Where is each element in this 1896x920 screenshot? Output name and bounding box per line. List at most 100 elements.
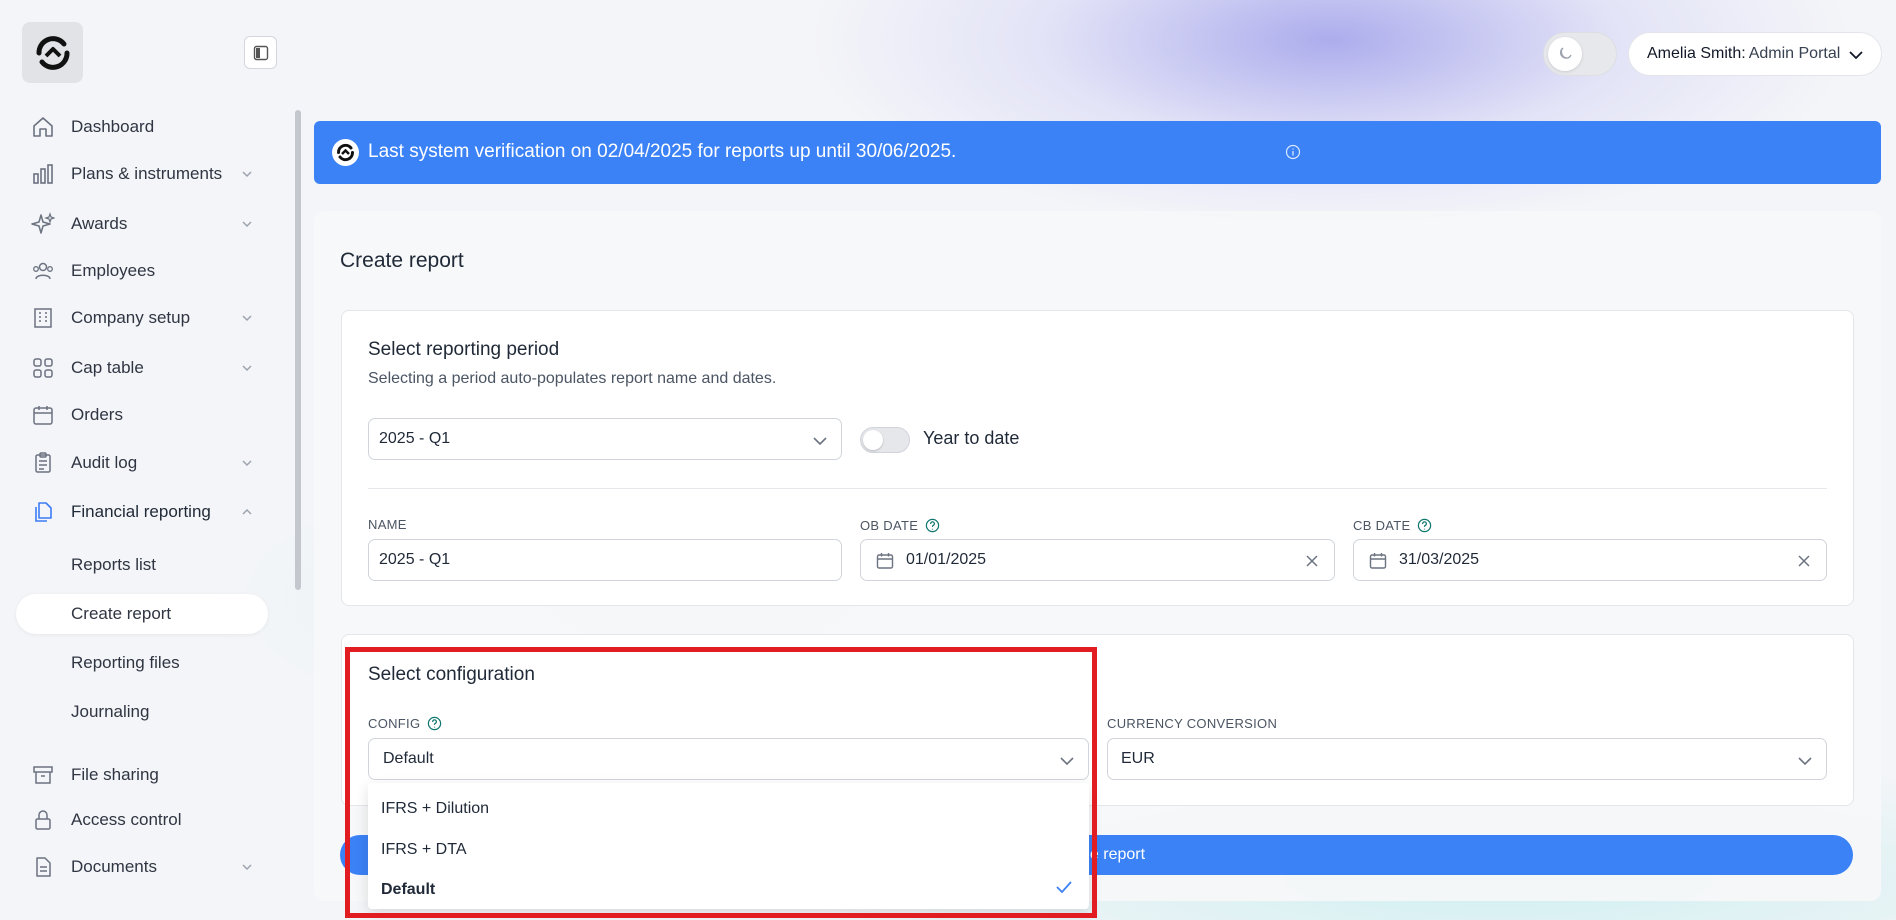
sidebar-subitem-journaling[interactable]: Journaling bbox=[16, 692, 268, 732]
sparkles-icon bbox=[30, 211, 56, 237]
configuration-title: Select configuration bbox=[368, 664, 535, 685]
user-menu[interactable]: Amelia Smith: Admin Portal bbox=[1628, 32, 1882, 76]
report-name-input[interactable]: 2025 - Q1 bbox=[368, 539, 842, 581]
sidebar-item-label: Reports list bbox=[71, 555, 157, 574]
logo-icon bbox=[35, 35, 70, 70]
sidebar-item-label: File sharing bbox=[71, 765, 159, 784]
sidebar-item-label: Cap table bbox=[71, 358, 144, 377]
reporting-period-title: Select reporting period bbox=[368, 339, 560, 360]
lock-icon bbox=[30, 807, 56, 833]
name-label: NAME bbox=[368, 517, 407, 532]
sidebar-item-label: Documents bbox=[71, 857, 157, 876]
ob-date-label-text: OB DATE bbox=[860, 518, 919, 533]
cb-date-input[interactable]: 31/03/2025 bbox=[1353, 539, 1827, 581]
portal-name: Admin Portal bbox=[1748, 45, 1841, 62]
document-icon bbox=[30, 854, 56, 880]
sidebar-item-label: Orders bbox=[71, 405, 123, 424]
chevron-down-icon bbox=[242, 864, 252, 871]
report-name-value: 2025 - Q1 bbox=[379, 551, 451, 568]
sidebar-item-awards[interactable]: Awards bbox=[16, 204, 268, 244]
sidebar-item-audit-log[interactable]: Audit log bbox=[16, 443, 268, 483]
dark-mode-toggle[interactable] bbox=[1543, 32, 1617, 76]
config-option-ifrs-dilution[interactable]: IFRS + Dilution bbox=[381, 800, 489, 818]
sidebar-item-label: Financial reporting bbox=[71, 502, 211, 521]
sidebar-item-cap-table[interactable]: Cap table bbox=[16, 348, 268, 388]
sidebar-scrollbar[interactable] bbox=[295, 110, 301, 590]
user-name: Amelia Smith: bbox=[1647, 45, 1746, 62]
config-label-text: CONFIG bbox=[368, 716, 421, 731]
cb-date-label-text: CB DATE bbox=[1353, 518, 1411, 533]
ob-date-input[interactable]: 01/01/2025 bbox=[860, 539, 1335, 581]
sidebar-item-plans-instruments[interactable]: Plans & instruments bbox=[16, 154, 268, 194]
sidebar-item-dashboard[interactable]: Dashboard bbox=[16, 107, 268, 147]
help-icon[interactable] bbox=[1417, 518, 1432, 533]
sidebar-item-label: Dashboard bbox=[71, 117, 155, 136]
currency-conversion-label: CURRENCY CONVERSION bbox=[1107, 716, 1277, 731]
help-icon[interactable] bbox=[925, 518, 940, 533]
bar-chart-icon bbox=[30, 161, 56, 187]
chevron-up-icon bbox=[242, 508, 252, 515]
chevron-down-icon bbox=[242, 315, 252, 322]
sidebar-subitem-create-report[interactable]: Create report bbox=[16, 594, 268, 634]
sidebar-item-file-sharing[interactable]: File sharing bbox=[16, 755, 268, 795]
sidebar-item-label: Audit log bbox=[71, 453, 138, 472]
verification-banner: Last system verification on 02/04/2025 f… bbox=[314, 121, 1881, 184]
sidebar-subitem-reports-list[interactable]: Reports list bbox=[16, 545, 268, 585]
cb-date-value: 31/03/2025 bbox=[1399, 551, 1480, 568]
period-select-value: 2025 - Q1 bbox=[379, 430, 451, 447]
sidebar-item-financial-reporting[interactable]: Financial reporting bbox=[16, 492, 268, 532]
calendar-icon bbox=[1369, 553, 1387, 569]
clear-icon[interactable] bbox=[1304, 553, 1320, 569]
sidebar-item-label: Awards bbox=[71, 214, 128, 233]
period-select[interactable]: 2025 - Q1 bbox=[368, 418, 842, 460]
cb-date-label: CB DATE bbox=[1353, 518, 1432, 533]
sidebar-item-orders[interactable]: Orders bbox=[16, 395, 268, 435]
home-icon bbox=[30, 114, 56, 140]
grid-icon bbox=[30, 355, 56, 381]
sidebar-item-documents[interactable]: Documents bbox=[16, 847, 268, 887]
help-icon[interactable] bbox=[427, 716, 442, 731]
create-report-label: e report bbox=[1089, 846, 1146, 863]
ob-date-value: 01/01/2025 bbox=[906, 551, 987, 568]
page-title: Create report bbox=[340, 249, 464, 272]
config-select[interactable]: Default bbox=[368, 738, 1089, 780]
chevron-down-icon bbox=[242, 460, 252, 467]
clear-icon[interactable] bbox=[1796, 553, 1812, 569]
year-to-date-toggle[interactable] bbox=[860, 427, 910, 453]
banner-text: Last system verification on 02/04/2025 f… bbox=[368, 141, 957, 162]
sidebar-item-label: Access control bbox=[71, 810, 182, 829]
sidebar-item-access-control[interactable]: Access control bbox=[16, 800, 268, 840]
app-logo[interactable] bbox=[22, 22, 83, 83]
chevron-down-icon bbox=[242, 171, 252, 178]
sidebar-item-label: Employees bbox=[71, 261, 156, 280]
year-to-date-label: Year to date bbox=[923, 428, 1020, 448]
config-option-ifrs-dta[interactable]: IFRS + DTA bbox=[381, 841, 467, 859]
reporting-period-subtitle: Selecting a period auto-populates report… bbox=[368, 370, 777, 387]
chevron-down-icon bbox=[813, 437, 827, 446]
sidebar-toggle-button[interactable] bbox=[244, 36, 277, 69]
moon-icon bbox=[1548, 37, 1582, 71]
config-label: CONFIG bbox=[368, 716, 442, 731]
sidebar-item-label: Journaling bbox=[71, 702, 150, 721]
currency-select-value: EUR bbox=[1121, 750, 1155, 767]
clipboard-icon bbox=[30, 450, 56, 476]
divider bbox=[368, 488, 1827, 489]
name-label-text: NAME bbox=[368, 517, 407, 532]
sidebar-item-label: Company setup bbox=[71, 308, 191, 327]
chevron-down-icon bbox=[1798, 757, 1812, 766]
calendar-icon bbox=[30, 402, 56, 428]
sidebar-item-employees[interactable]: Employees bbox=[16, 251, 268, 291]
currency-select[interactable]: EUR bbox=[1107, 738, 1827, 780]
sidebar-item-company-setup[interactable]: Company setup bbox=[16, 298, 268, 338]
chevron-down-icon bbox=[1060, 757, 1074, 766]
files-icon bbox=[30, 499, 56, 525]
users-icon bbox=[30, 258, 56, 284]
chevron-down-icon bbox=[242, 365, 252, 372]
sidebar-item-label: Reporting files bbox=[71, 653, 180, 672]
sidebar-subitem-reporting-files[interactable]: Reporting files bbox=[16, 643, 268, 683]
info-icon[interactable] bbox=[1285, 144, 1301, 160]
config-option-default[interactable]: Default bbox=[381, 881, 435, 899]
chevron-down-icon bbox=[1849, 51, 1863, 60]
currency-label-text: CURRENCY CONVERSION bbox=[1107, 716, 1278, 731]
calendar-icon bbox=[876, 553, 894, 569]
